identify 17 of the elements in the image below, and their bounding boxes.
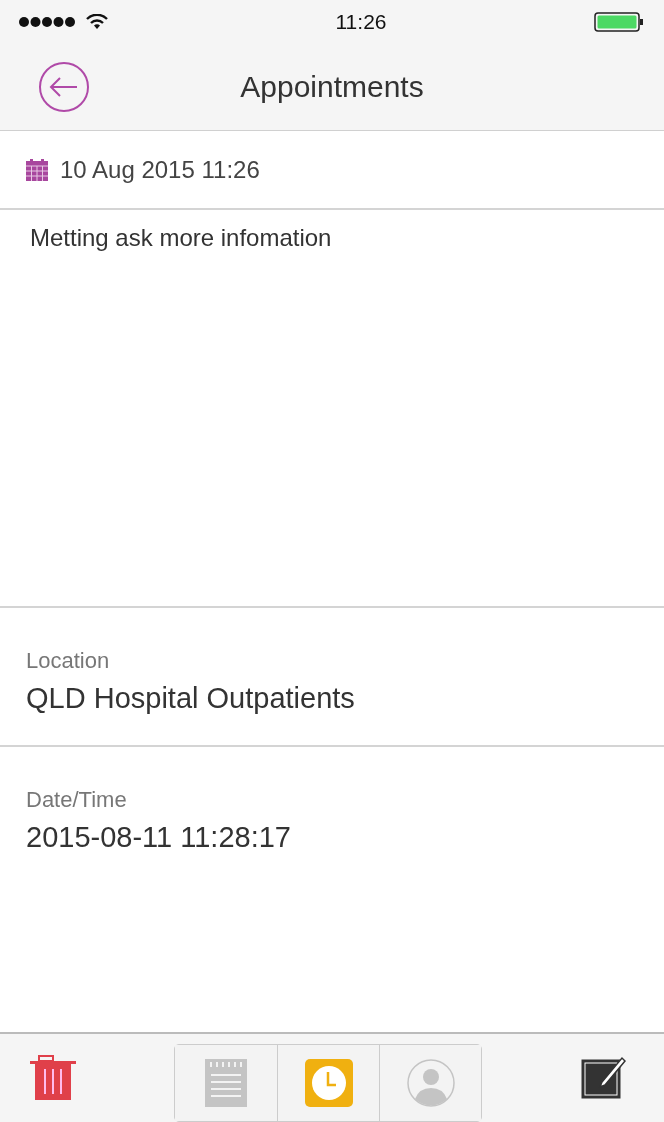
wifi-icon: [86, 14, 108, 30]
calendar-icon: [26, 158, 48, 181]
person-icon: [406, 1059, 455, 1107]
battery-icon: [594, 12, 644, 32]
clock-icon: [304, 1059, 353, 1107]
created-date: 10 Aug 2015 11:26: [60, 155, 260, 184]
back-button[interactable]: [38, 61, 90, 113]
field-label: Location: [26, 648, 110, 674]
note-text: Metting ask more infomation: [0, 210, 664, 608]
status-time: 11:26: [335, 10, 387, 34]
field-value: 2015-08-11 11:28:17: [26, 821, 291, 854]
field-label: Date/Time: [26, 787, 127, 813]
field-value: QLD Hospital Outpatients: [26, 682, 355, 715]
delete-button[interactable]: [30, 1053, 76, 1103]
screen-title: Appointments: [240, 70, 424, 104]
signal-icon: [18, 16, 76, 28]
notepad-icon: [205, 1059, 247, 1107]
